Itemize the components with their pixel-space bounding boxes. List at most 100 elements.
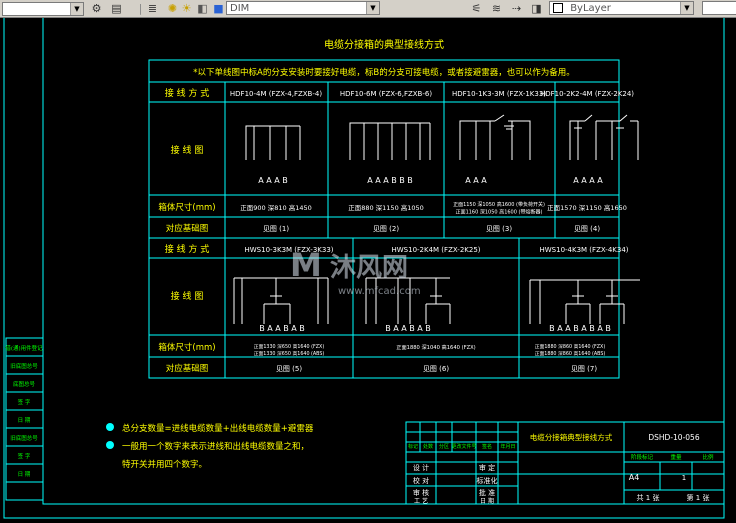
layer-icon[interactable]: ◧ <box>196 0 212 17</box>
size-1: 正面900 深810 高1450 <box>240 203 312 212</box>
wiring-diagram-2 <box>349 122 431 160</box>
tb-header: 标记 <box>408 443 418 450</box>
previous-combo[interactable]: ▼ <box>2 1 84 16</box>
role-label: 工 艺 <box>414 497 428 505</box>
sheet-note: *以下单线图中标A的分支安装时要接好电缆，标B的分支可接电缆，或者接避雷器，也可… <box>193 67 574 78</box>
strip-label: 借(通)用件登记 <box>5 344 43 352</box>
row-label-size-upper: 箱体尺寸(mm) <box>158 202 215 213</box>
tb-header: 分区 <box>439 443 449 450</box>
role-label: 审 定 <box>479 463 495 472</box>
drawing-canvas[interactable]: 电缆分接箱的典型接线方式 *以下单线图中标A的分支安装时要接好电缆，标B的分支可… <box>0 18 736 523</box>
left-strip-labels: 借(通)用件登记 旧底图总号 底图总号 签 字 日 期 旧底图总号 签 字 日 … <box>5 344 43 478</box>
strip-label: 日 期 <box>18 471 31 478</box>
layer-color-value: ByLayer <box>570 3 611 14</box>
strip-label: 签 字 <box>18 452 31 460</box>
foundation-4: 见图 (4) <box>574 225 600 233</box>
sheet-title: 电缆分接箱的典型接线方式 <box>324 38 444 51</box>
model-1: HDF10-4M (FZX-4,FZXB-4) <box>230 90 322 98</box>
color-control-combo[interactable]: ByLayer ▼ <box>549 1 694 15</box>
drawing-number: DSHD-10-056 <box>648 433 699 442</box>
terminals-2: A A A B B B <box>367 176 413 185</box>
role-label: 审 核 <box>413 488 429 497</box>
sun-icon[interactable]: ☀ <box>180 0 196 17</box>
sheet-number: 第 1 张 <box>687 493 710 502</box>
watermark-url: www.mfcad.com <box>338 286 421 297</box>
foundation-6: 见图 (6) <box>423 365 449 373</box>
stage-label: 阶段标记 <box>631 453 654 461</box>
scale-value: 1 <box>682 474 686 482</box>
strip-label: 旧底图总号 <box>10 434 38 442</box>
model-2: HDF10-6M (FZX-6,FZXB-6) <box>340 90 432 98</box>
properties-icon[interactable]: ▤ <box>110 0 126 17</box>
tb-header: 签名 <box>482 443 492 450</box>
size-2: 正面880 深1150 高1050 <box>348 203 424 212</box>
settings-icon[interactable]: ⚙ <box>90 0 106 17</box>
cad-toolbar: ▼ ⚙ ▤ | ≣ ✺ ☀ ◧ ■ DIM ▼ ⚟ ≋ ⇢ ◨ ByLayer … <box>0 0 736 18</box>
wiring-diagram-3 <box>459 114 531 160</box>
row-label-wiring-lower: 接 线 方 式 <box>165 243 210 255</box>
terminals-1: A A A B <box>258 176 288 185</box>
wiring-diagram-4 <box>569 114 639 160</box>
wiring-diagram-5 <box>233 277 329 324</box>
strip-label: 底图总号 <box>13 380 36 388</box>
stage-label: 重量 <box>670 453 682 461</box>
row-label-size-lower: 箱体尺寸(mm) <box>158 342 215 353</box>
terminals-4: A A A A <box>573 176 603 185</box>
role-label: 批 准 <box>479 488 495 497</box>
foundation-5: 见图 (5) <box>276 365 302 373</box>
layer-previous-icon[interactable]: ◨ <box>530 0 546 17</box>
size-3: 正面1150 深1050 高1600 (带负荷开关)正面1160 深1050 高… <box>453 201 545 216</box>
chevron-down-icon: ▼ <box>366 2 379 14</box>
bullet-icon <box>106 423 114 431</box>
foundation-2: 见图 (2) <box>373 225 399 233</box>
wiring-diagram-7 <box>529 279 640 324</box>
tb-header: 更改文件号 <box>451 443 476 450</box>
model-4: HDF10-2K2-4M (FZX-2K24) <box>540 90 634 98</box>
size-7: 正面1880 深860 高1640 (FZX)正面1880 深860 高1640… <box>535 343 606 357</box>
size-5: 正面1330 深650 高1640 (FZX)正面1330 深650 高1640… <box>254 343 325 357</box>
row-label-wiring-upper: 接 线 方 式 <box>165 87 210 99</box>
role-label: 校 对 <box>413 476 429 485</box>
role-label: 标准化 <box>477 476 498 485</box>
layer-manager-icon[interactable]: ≣ <box>146 0 162 17</box>
terminals-7: B A A B A B A B <box>549 324 611 333</box>
watermark-logo-icon: M <box>290 246 322 284</box>
layer-state-icon[interactable]: ≋ <box>490 0 506 17</box>
foundation-7: 见图 (7) <box>571 365 597 373</box>
stage-label: 比例 <box>702 453 714 461</box>
match-layer-icon[interactable]: ⇢ <box>510 0 526 17</box>
terminals-3: A A A <box>465 176 487 185</box>
color-swatch-icon <box>553 3 563 13</box>
strip-label: 旧底图总号 <box>10 362 38 370</box>
dim-style-value: DIM <box>230 3 250 14</box>
size-4: 正面1570 深1150 高1650 <box>547 203 627 212</box>
foundation-1: 见图 (1) <box>263 225 289 233</box>
row-label-foundation-lower: 对应基础图 <box>166 363 209 374</box>
note-3: 特开关并用四个数字。 <box>122 459 207 470</box>
dim-style-combo[interactable]: DIM ▼ <box>226 1 380 15</box>
text-style-icon[interactable]: ⚟ <box>470 0 486 17</box>
watermark: M 沐风网 www.mfcad.com <box>290 246 421 297</box>
tb-header: 处数 <box>423 443 433 450</box>
role-label: 日 期 <box>480 497 494 505</box>
row-label-foundation-upper: 对应基础图 <box>166 223 209 234</box>
terminals-6: B A A B A B <box>385 324 431 333</box>
wiring-diagram-1 <box>245 125 301 160</box>
foundation-3: 见图 (3) <box>486 225 512 233</box>
model-7: HWS10-4K3M (FZX-4K34) <box>539 246 628 254</box>
model-3: HDF10-1K3-3M (FZX-1K33) <box>452 90 546 98</box>
note-1: 总分支数量=进线电缆数量+出线电缆数量+避雷器 <box>122 423 314 434</box>
stage-value: A4 <box>629 473 640 482</box>
role-label: 设 计 <box>413 463 429 472</box>
bullet-icon <box>106 441 114 449</box>
tb-header: 年月日 <box>500 443 515 450</box>
title-block-text: 电缆分接箱典型接线方式 DSHD-10-056 标记 处数 分区 更改文件号 签… <box>408 432 714 505</box>
chevron-down-icon: ▼ <box>680 2 693 14</box>
strip-label: 日 期 <box>18 417 31 424</box>
linetype-combo[interactable] <box>702 1 736 15</box>
size-6: 正面1880 深1040 高1640 (FZX) <box>396 343 475 351</box>
row-label-diagram-lower: 接 线 图 <box>171 290 204 302</box>
sheet-total: 共 1 张 <box>637 493 660 502</box>
strip-label: 签 字 <box>18 398 31 406</box>
chevron-down-icon: ▼ <box>70 2 83 15</box>
